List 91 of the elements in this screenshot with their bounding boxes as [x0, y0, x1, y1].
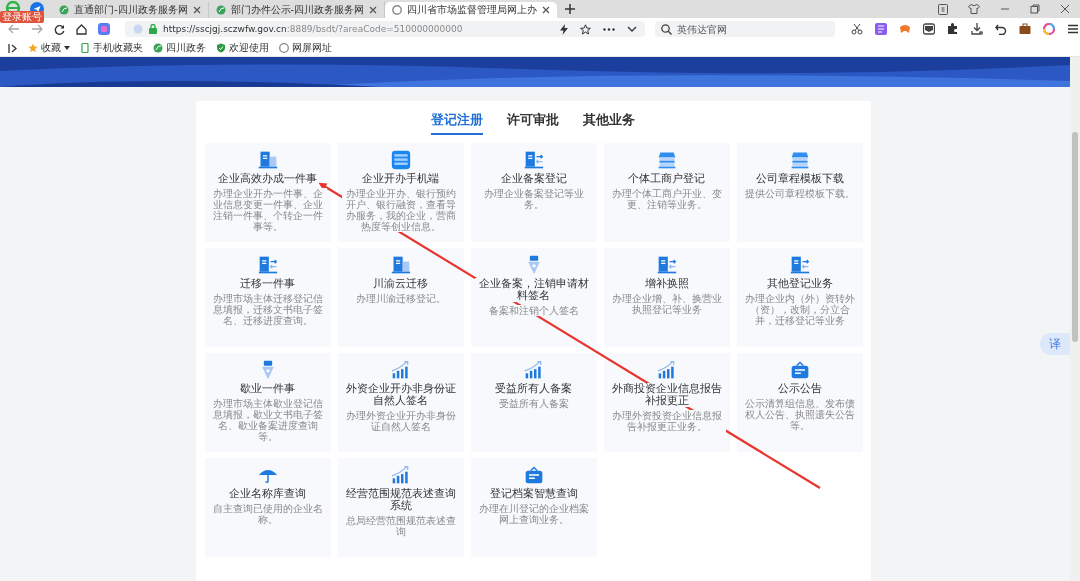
category-tab[interactable]: 许可审批	[507, 109, 559, 135]
card-title: 公司章程模板下载	[755, 173, 844, 185]
service-card[interactable]: 歇业一件事 办理市场主体歇业登记信息填报，歇业文书电子签名、歇业备案进度查询等。	[204, 353, 331, 452]
shield-icon	[133, 24, 143, 34]
service-card[interactable]: 个体工商户登记 办理个体工商户开业、变更、注销等业务。	[603, 143, 730, 242]
reload-icon[interactable]	[54, 23, 65, 35]
star-icon[interactable]	[580, 23, 591, 35]
card-title: 增补换照	[644, 278, 689, 290]
service-card[interactable]: 外资企业开办非身份证自然人签名 办理外资企业开办非身份证自然人签名	[337, 353, 464, 452]
category-tab[interactable]: 其他业务	[583, 109, 635, 135]
service-card[interactable]: 企业备案登记 办理企业备案登记等业务。	[470, 143, 597, 242]
new-tab-icon[interactable]	[565, 4, 576, 14]
service-card[interactable]: 其他登记业务 办理企业内（外）资转外（资），改制，分立合并，迁移登记等业务	[736, 248, 863, 347]
login-badge[interactable]: 登录账号	[0, 11, 44, 23]
close-icon[interactable]	[369, 6, 378, 14]
card-title: 其他登记业务	[766, 278, 833, 290]
close-icon[interactable]	[192, 6, 201, 14]
bookmark[interactable]: 网屏网址	[279, 42, 332, 54]
bookmark[interactable]: 手机收藏夹	[80, 42, 143, 54]
leaf-icon	[153, 43, 163, 53]
building-arrows-icon	[788, 255, 811, 275]
lock-icon	[149, 24, 157, 34]
card-title: 企业开办手机端	[362, 173, 439, 185]
building-arrows-icon	[256, 255, 279, 275]
browser-tab[interactable]: 四川省市场监督管理局网上办	[385, 2, 558, 18]
download-icon[interactable]	[971, 23, 983, 35]
bookmark[interactable]: 四川政务	[153, 42, 206, 54]
card-description: 备案和注销个人签名	[488, 305, 579, 316]
app-icon	[389, 150, 412, 170]
building-icon	[389, 255, 412, 275]
sidebar-toggle-icon[interactable]	[8, 43, 18, 53]
shield-icon	[216, 43, 226, 53]
close-icon[interactable]	[542, 6, 551, 14]
card-title: 企业名称库查询	[229, 488, 306, 500]
phone-icon	[80, 43, 90, 53]
service-card[interactable]: 企业开办手机端 办理企业开办、银行预约开户、银行融资，查看导办服务，我的企业，营商热度等创业信息。	[337, 143, 464, 242]
globe-icon	[392, 5, 403, 15]
card-title: 公示公告	[777, 383, 822, 395]
service-card[interactable]: 登记档案智慧查询 办理在川登记的企业档案网上查询业务。	[470, 458, 597, 557]
lightning-icon[interactable]	[560, 23, 568, 35]
search-icon	[661, 24, 672, 35]
service-card[interactable]: 受益所有人备案 受益所有人备案	[470, 353, 597, 452]
category-tab[interactable]: 登记注册	[431, 109, 483, 135]
panel-icon[interactable]	[938, 3, 948, 15]
card-title: 受益所有人备案	[495, 383, 572, 395]
address-field[interactable]: https://sscjgj.sczwfw.gov.cn:8889/bsdt/?areaCode=510000000000	[125, 21, 645, 37]
building-arrows-icon	[522, 150, 545, 170]
service-card[interactable]: 公示公告 公示清算组信息、发布债权人公告、执照遗失公告等。	[736, 353, 863, 452]
reader-icon[interactable]	[923, 23, 935, 35]
caret-icon	[64, 46, 70, 50]
home-icon[interactable]	[76, 23, 87, 35]
scrollbar-thumb[interactable]	[1072, 132, 1078, 342]
card-title: 企业高效办成一件事	[218, 173, 317, 185]
leaf-icon	[215, 5, 226, 15]
service-card[interactable]: 增补换照 办理企业增、补、换营业执照登记等业务	[603, 248, 730, 347]
building-icon	[256, 150, 279, 170]
building-arrows-icon	[655, 255, 678, 275]
globe-icon	[279, 43, 289, 53]
card-title: 个体工商户登记	[628, 173, 705, 185]
bookmark[interactable]: 欢迎使用	[216, 42, 269, 54]
more-icon[interactable]	[603, 27, 615, 31]
card-title: 迁移一件事	[240, 278, 295, 290]
puzzle-icon[interactable]	[947, 23, 959, 35]
service-card[interactable]: 公司章程模板下载 提供公司章程模板下载。	[736, 143, 863, 242]
shirt-icon[interactable]	[968, 4, 980, 14]
leaf-icon	[59, 5, 69, 15]
scissors-icon[interactable]	[851, 23, 863, 35]
colorwheel-icon[interactable]	[1043, 23, 1055, 35]
search-field[interactable]: 英伟达官网	[655, 21, 835, 37]
chevron-down-icon[interactable]	[627, 26, 637, 32]
close-icon[interactable]	[1060, 4, 1070, 14]
service-card[interactable]: 迁移一件事 办理市场主体迁移登记信息填报，迁移文书电子签名、迁移进度查询。	[204, 248, 331, 347]
briefcase-icon[interactable]	[1019, 23, 1031, 35]
card-title: 歇业一件事	[240, 383, 295, 395]
service-card[interactable]: 企业名称库查询 自主查询已使用的企业名称。	[204, 458, 331, 557]
bookmark[interactable]: 收藏	[28, 42, 70, 54]
card-title: 企业备案登记	[500, 173, 567, 185]
service-card[interactable]: 企业高效办成一件事 办理企业开办一件事、企业信息变更一件事、企业注销一件事、个转企一件事等。	[204, 143, 331, 242]
service-card[interactable]: 企业备案，注销申请材料签名 备案和注销个人签名	[470, 248, 597, 347]
menu-icon[interactable]	[1067, 23, 1079, 35]
restore-icon[interactable]	[1030, 4, 1040, 14]
notes-icon[interactable]	[875, 23, 887, 35]
service-card[interactable]: 外商投资企业信息报告补报更正 办理外资投资企业信息报告补报更正业务。	[603, 353, 730, 452]
card-description: 受益所有人备案	[498, 398, 569, 409]
undo-icon[interactable]	[995, 23, 1007, 35]
card-title: 川渝云迁移	[373, 278, 428, 290]
card-title: 登记档案智慧查询	[489, 488, 578, 500]
star-icon	[28, 43, 38, 53]
ai-icon[interactable]	[98, 23, 110, 35]
service-card[interactable]: 川渝云迁移 办理川渝迁移登记。	[337, 248, 464, 347]
service-card[interactable]: 经营范围规范表述查询系统 总局经营范围规范表述查询	[337, 458, 464, 557]
